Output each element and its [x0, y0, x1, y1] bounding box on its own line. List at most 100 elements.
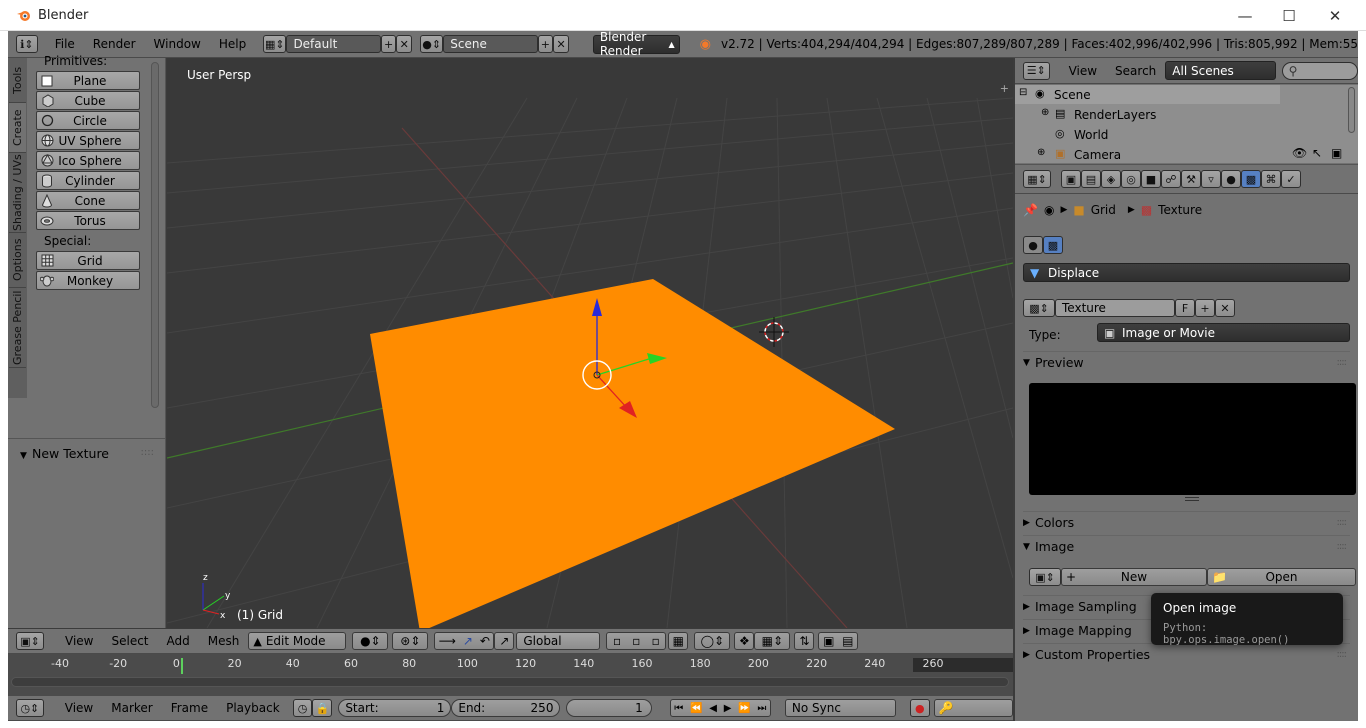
other-context-icon[interactable]: ▩ [1043, 236, 1063, 254]
tab-create[interactable]: Create [9, 103, 26, 153]
render-tab-icon[interactable]: ▣ [1061, 170, 1081, 188]
browse-image-icon[interactable]: ▣⇕ [1029, 568, 1061, 586]
snap-toggle-icon[interactable]: ❖ [734, 632, 755, 650]
editor-type-timeline-icon[interactable]: ◷⇕ [16, 699, 44, 717]
material-context-icon[interactable]: ● [1023, 236, 1043, 254]
physics-tab-icon[interactable]: ✓ [1281, 170, 1301, 188]
outliner-row-world[interactable]: ◎ World [1015, 125, 1280, 144]
record-icon[interactable]: ● [909, 699, 930, 717]
menu-file[interactable]: File [46, 37, 84, 51]
panel-custom-properties-header[interactable]: ▶ Custom Properties:::: [1023, 643, 1350, 665]
current-frame-marker[interactable] [181, 658, 183, 674]
panel-colors-header[interactable]: ▶ Colors:::: [1023, 511, 1350, 533]
scene-icon[interactable]: ●⇕ [420, 35, 444, 53]
add-cylinder-button[interactable]: Cylinder [36, 171, 140, 190]
timeline-menu-marker[interactable]: Marker [102, 701, 161, 715]
scene-field[interactable]: Scene [443, 35, 538, 53]
pivot-point-dropdown[interactable]: ⊛⇕ [392, 632, 429, 650]
unlink-texture-icon[interactable]: ✕ [1215, 299, 1235, 317]
close-button[interactable]: ✕ [1312, 0, 1358, 31]
menu-help[interactable]: Help [210, 37, 255, 51]
editor-type-outliner-icon[interactable]: ☰⇕ [1023, 61, 1050, 80]
outliner-menu-search[interactable]: Search [1106, 64, 1165, 78]
outliner-display-mode-dropdown[interactable]: All Scenes [1165, 61, 1276, 80]
timeline-menu-playback[interactable]: Playback [217, 701, 289, 715]
menu-select[interactable]: Select [102, 634, 157, 648]
tab-grease-pencil[interactable]: Grease Pencil [9, 288, 26, 368]
panel-preview-header[interactable]: ▼ Preview:::: [1023, 351, 1350, 373]
visibility-eye-icon[interactable]: 👁 [1292, 146, 1307, 160]
tab-tools[interactable]: Tools [9, 58, 26, 103]
limit-selection-icon[interactable]: ▦ [668, 632, 689, 650]
manipulator-toggles[interactable]: ⟶ ↗ ↶ [434, 632, 495, 650]
tab-shading-uvs[interactable]: Shading / UVs [9, 153, 26, 233]
3d-cursor-icon[interactable] [759, 317, 789, 347]
scene-tab-icon[interactable]: ◈ [1101, 170, 1121, 188]
object-tab-icon[interactable]: ■ [1141, 170, 1161, 188]
timeline-scrollbar[interactable] [11, 677, 1009, 687]
add-layout-icon[interactable]: + [380, 35, 397, 53]
outliner-search-input[interactable]: ⚲ [1281, 61, 1358, 80]
add-torus-button[interactable]: Torus [36, 211, 140, 230]
world-tab-icon[interactable]: ◎ [1121, 170, 1141, 188]
minimize-button[interactable]: — [1222, 0, 1268, 31]
editor-type-3dview-icon[interactable]: ▣⇕ [16, 632, 44, 650]
fake-user-button[interactable]: F [1175, 299, 1195, 317]
timeline-editor[interactable]: -40 -20 0 20 40 60 80 100 120 140 160 180 200 220 240 2… [8, 654, 1013, 698]
add-monkey-button[interactable]: Monkey [36, 271, 140, 290]
selectable-arrow-icon[interactable]: ↖ [1312, 146, 1322, 160]
render-layers-tab-icon[interactable]: ▤ [1081, 170, 1101, 188]
tool-shelf-scrollbar[interactable] [151, 62, 159, 408]
viewport-shading-dropdown[interactable]: ●⇕ [352, 632, 389, 650]
end-frame-field[interactable]: End: 250 [451, 699, 561, 717]
sync-dropdown[interactable]: No Sync [784, 699, 896, 717]
editor-type-info-icon[interactable]: ℹ⇕ [16, 35, 38, 53]
outliner-menu-view[interactable]: View [1060, 64, 1106, 78]
lock-icon[interactable]: 🔒 [312, 699, 333, 717]
add-cone-button[interactable]: Cone [36, 191, 140, 210]
modifiers-tab-icon[interactable]: ⚒ [1181, 170, 1201, 188]
properties-toggle-icon[interactable]: + [1000, 82, 1009, 95]
3d-viewport[interactable]: z y x User Persp (1) Grid + [167, 58, 1013, 628]
playback-controls[interactable]: ⏮ ⏪ ◀ ▶ ⏩ ⏭ [669, 699, 771, 717]
snap-target-icon[interactable]: ⇅ [794, 632, 815, 650]
proportional-edit-dropdown[interactable]: ◯⇕ [694, 632, 731, 650]
data-tab-icon[interactable]: ▿ [1201, 170, 1221, 188]
operator-panel-header[interactable]: ▼ New Texture [20, 446, 109, 461]
pin-icon[interactable]: 📌 [1023, 203, 1038, 217]
menu-view[interactable]: View [56, 634, 102, 648]
drag-grip-icon[interactable]: :::: [141, 447, 154, 458]
add-circle-button[interactable]: Circle [36, 111, 140, 130]
renderable-camera-icon[interactable]: ▣ [1331, 146, 1342, 160]
menu-window[interactable]: Window [145, 37, 210, 51]
panel-image-header[interactable]: ▼ Image:::: [1023, 535, 1350, 557]
outliner-scrollbar[interactable] [1348, 87, 1355, 133]
texture-name-field[interactable]: Texture [1055, 299, 1175, 317]
add-plane-button[interactable]: Plane [36, 71, 140, 90]
outliner-row-scene[interactable]: ⊟ ◉ Scene [1015, 85, 1280, 104]
timeline-menu-view[interactable]: View [56, 701, 102, 715]
mode-dropdown[interactable]: ▲ Edit Mode [248, 632, 347, 650]
constraints-tab-icon[interactable]: ☍ [1161, 170, 1181, 188]
render-buttons[interactable]: ▣ ▤ [818, 632, 859, 650]
material-tab-icon[interactable]: ● [1221, 170, 1241, 188]
current-frame-field[interactable]: 1 [566, 699, 652, 717]
layout-field[interactable]: Default [286, 35, 381, 53]
render-engine-dropdown[interactable]: Blender Render ▲ [592, 31, 680, 58]
preview-resize-handle[interactable] [1185, 497, 1199, 501]
texture-type-dropdown[interactable]: ▣ Image or Movie [1097, 323, 1350, 342]
outliner-row-renderlayers[interactable]: ⊕ ▤ RenderLayers [1015, 105, 1280, 124]
particles-tab-icon[interactable]: ⌘ [1261, 170, 1281, 188]
tab-options[interactable]: Options [9, 233, 26, 288]
screen-layout-icon[interactable]: ▦⇕ [263, 35, 287, 53]
menu-add[interactable]: Add [158, 634, 199, 648]
add-grid-button[interactable]: Grid [36, 251, 140, 270]
new-texture-icon[interactable]: + [1195, 299, 1215, 317]
select-mode-buttons[interactable]: ▫ ▫ ▫ [606, 632, 667, 650]
add-scene-icon[interactable]: + [537, 35, 554, 53]
add-ico-sphere-button[interactable]: Ico Sphere [36, 151, 140, 170]
menu-mesh[interactable]: Mesh [199, 634, 249, 648]
add-uv-sphere-button[interactable]: UV Sphere [36, 131, 140, 150]
outliner-row-camera[interactable]: ⊕ ▣ Camera 👁 ↖ ▣ [1015, 145, 1358, 164]
timeline-menu-frame[interactable]: Frame [162, 701, 217, 715]
